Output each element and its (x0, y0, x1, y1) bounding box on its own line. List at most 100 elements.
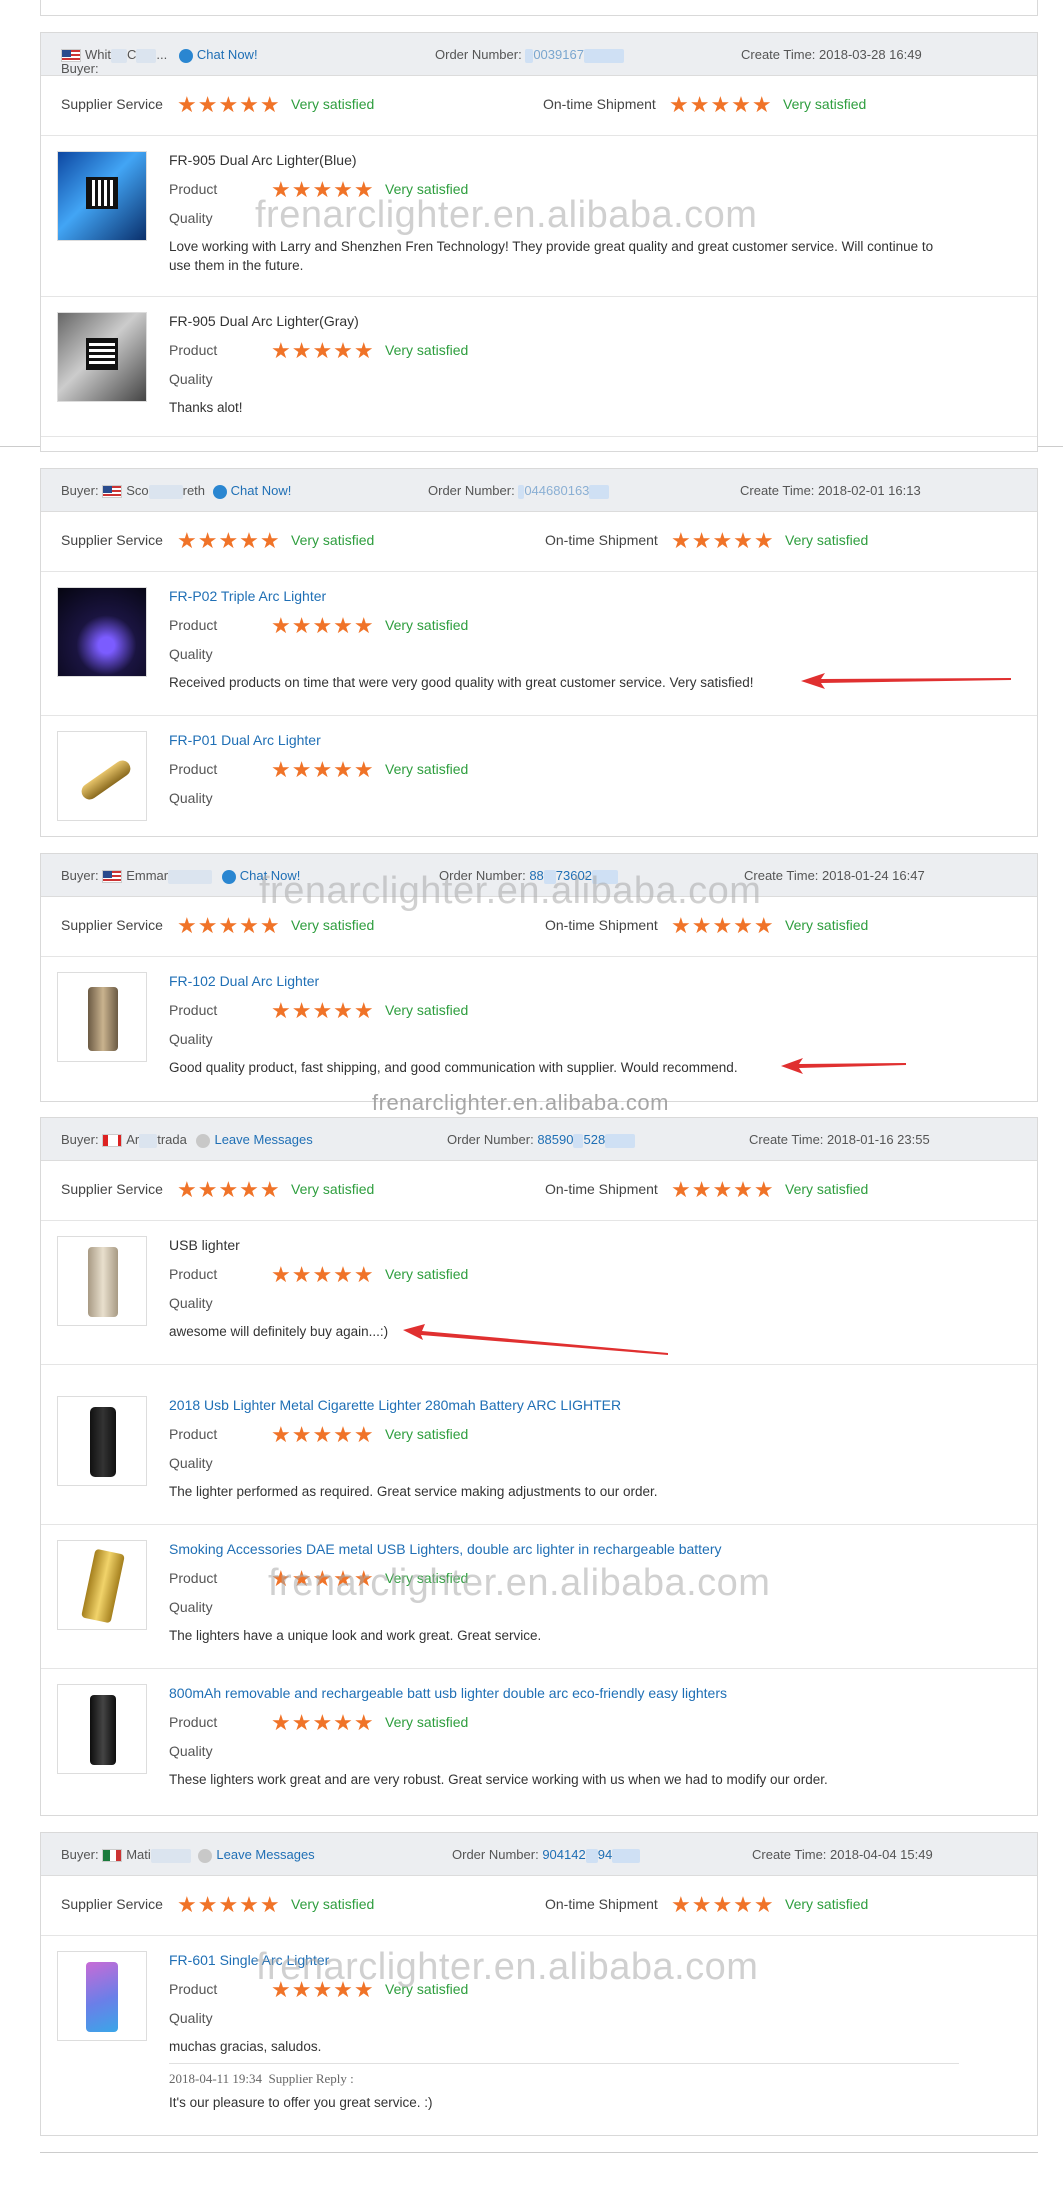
create-time: 2018-04-04 15:49 (830, 1847, 933, 1862)
us-flag-icon (102, 870, 123, 884)
buyer-name: ... (156, 47, 168, 62)
order-number[interactable]: 904142 (542, 1847, 585, 1862)
us-flag-icon (61, 49, 81, 63)
review-item: FR-905 Dual Arc Lighter(Gray) Product ★★… (41, 296, 1037, 437)
product-label: Product (169, 1981, 218, 1997)
quality-label: Quality (169, 371, 213, 387)
chat-now-link[interactable]: Chat Now! (197, 47, 258, 62)
message-icon (198, 1848, 213, 1863)
rating-text: Very satisfied (385, 1266, 469, 1282)
review-item: FR-P01 Dual Arc Lighter Product ★★★★★ Ve… (41, 715, 1037, 838)
rating-stars: ★★★★★ (671, 528, 775, 553)
leave-messages-link[interactable]: Leave Messages (216, 1847, 314, 1862)
ontime-shipment-label: On-time Shipment (545, 1181, 658, 1197)
supplier-service-label: Supplier Service (61, 532, 163, 548)
review-comment: These lighters work great and are very r… (169, 1772, 828, 1787)
redacted-text (136, 48, 157, 63)
rating-text: Very satisfied (385, 1426, 469, 1442)
create-time: 2018-03-28 16:49 (819, 47, 922, 62)
rating-stars: ★★★★★ (671, 913, 775, 938)
product-name-link[interactable]: FR-102 Dual Arc Lighter (169, 973, 319, 989)
order-number-label: Order Number: (428, 483, 515, 498)
rating-stars: ★★★★★ (671, 1177, 775, 1202)
review-header: Buyer: Mati Leave Messages Order Number:… (41, 1833, 1037, 1876)
qr-code-icon (86, 177, 118, 209)
supplier-service-label: Supplier Service (61, 1896, 163, 1912)
product-label: Product (169, 1002, 218, 1018)
watermark: frenarclighter.en.alibaba.com (256, 1946, 759, 1988)
watermark: frenarclighter.en.alibaba.com (255, 194, 758, 236)
buyer-name: C (127, 47, 137, 62)
create-time: 2018-01-16 23:55 (827, 1132, 930, 1147)
review-comment: Thanks alot! (169, 400, 243, 415)
buyer-name: Emmar (126, 868, 169, 883)
product-thumbnail[interactable] (57, 1540, 147, 1630)
quality-label: Quality (169, 1295, 213, 1311)
review-item: 800mAh removable and rechargeable batt u… (41, 1668, 1037, 1817)
redacted-text (168, 869, 213, 884)
ontime-shipment-label: On-time Shipment (543, 96, 656, 112)
lighter-image (88, 987, 118, 1051)
product-label: Product (169, 1714, 218, 1730)
buyer-name: Whit (85, 47, 111, 62)
quality-label: Quality (169, 210, 213, 226)
rating-text: Very satisfied (785, 1896, 869, 1912)
ontime-shipment-label: On-time Shipment (545, 532, 658, 548)
review-header: Buyer: Whit C... Chat Now! Order Number: … (41, 33, 1037, 76)
lighter-image (86, 1962, 118, 2032)
product-name-link[interactable]: FR-P02 Triple Arc Lighter (169, 588, 326, 604)
rating-stars: ★★★★★ (177, 528, 281, 553)
product-thumbnail[interactable] (57, 1396, 147, 1486)
order-number[interactable]: 88590 (537, 1132, 573, 1147)
chat-icon (212, 484, 227, 499)
review-item: USB lighter Product ★★★★★ Very satisfied… (41, 1220, 1037, 1365)
rating-stars: ★★★★★ (271, 998, 375, 1023)
product-label: Product (169, 181, 218, 197)
leave-messages-link[interactable]: Leave Messages (214, 1132, 312, 1147)
product-label: Product (169, 761, 218, 777)
rating-text: Very satisfied (385, 342, 469, 358)
order-number[interactable]: 528 (583, 1132, 605, 1147)
product-thumbnail[interactable] (57, 1236, 147, 1326)
product-thumbnail[interactable] (57, 731, 147, 821)
product-name: USB lighter (169, 1237, 240, 1253)
chat-icon (178, 48, 193, 63)
buyer-name: reth (182, 483, 206, 498)
mexico-flag-icon (102, 1849, 123, 1863)
rating-text: Very satisfied (291, 532, 375, 548)
quality-label: Quality (169, 1743, 213, 1759)
buyer-label: Buyer: (61, 61, 99, 76)
product-name-link[interactable]: 2018 Usb Lighter Metal Cigarette Lighter… (169, 1397, 621, 1413)
review-header: Buyer: Ar trada Leave Messages Order Numb… (41, 1118, 1037, 1161)
supplier-reply-meta: 2018-04-11 19:34 Supplier Reply : (169, 2071, 354, 2087)
rating-text: Very satisfied (291, 1181, 375, 1197)
rating-stars: ★★★★★ (177, 913, 281, 938)
product-thumbnail[interactable] (57, 312, 147, 402)
order-number[interactable]: 94 (598, 1847, 612, 1862)
create-time-label: Create Time: (749, 1132, 824, 1147)
redacted-text (612, 1848, 641, 1863)
divider (40, 2152, 1038, 2153)
rating-stars: ★★★★★ (671, 1892, 775, 1917)
rating-text: Very satisfied (385, 617, 469, 633)
order-number[interactable]: 0039167 (533, 47, 584, 62)
product-name-link[interactable]: FR-P01 Dual Arc Lighter (169, 732, 321, 748)
lighter-image (90, 1407, 116, 1477)
product-thumbnail[interactable] (57, 972, 147, 1062)
quality-label: Quality (169, 1599, 213, 1615)
product-name-link[interactable]: Smoking Accessories DAE metal USB Lighte… (169, 1541, 722, 1557)
rating-stars: ★★★★★ (271, 1710, 375, 1735)
red-arrow-annotation (781, 1058, 906, 1074)
product-name-link[interactable]: 800mAh removable and rechargeable batt u… (169, 1685, 727, 1701)
watermark: frenarclighter.en.alibaba.com (268, 1562, 771, 1604)
chat-now-link[interactable]: Chat Now! (231, 483, 292, 498)
rating-stars: ★★★★★ (177, 1177, 281, 1202)
review-item: FR-102 Dual Arc Lighter Product ★★★★★ Ve… (41, 956, 1037, 1103)
rating-text: Very satisfied (385, 761, 469, 777)
product-thumbnail[interactable] (57, 151, 147, 241)
product-thumbnail[interactable] (57, 1951, 147, 2041)
service-ratings: Supplier Service ★★★★★ Very satisfied On… (41, 511, 1037, 572)
product-thumbnail[interactable] (57, 1684, 147, 1774)
order-number[interactable]: 044680163 (524, 483, 589, 498)
product-thumbnail[interactable] (57, 587, 147, 677)
